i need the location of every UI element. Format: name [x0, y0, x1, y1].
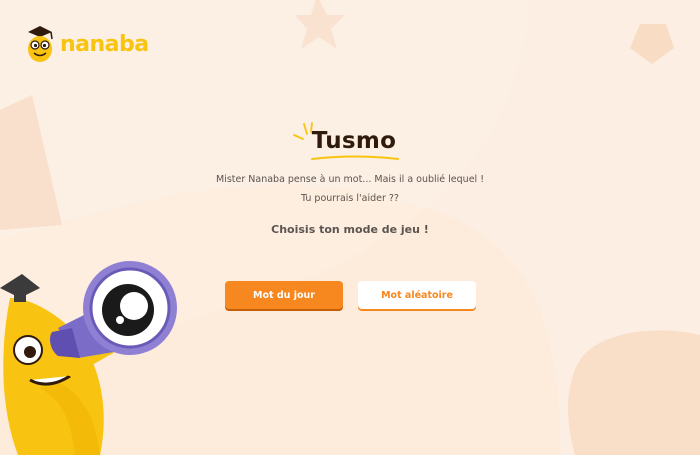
intro-line-1: Mister Nanaba pense à un mot... Mais il … — [215, 174, 485, 185]
intro-line-2: Tu pourrais l'aider ?? — [301, 193, 399, 204]
intro-text: Mister Nanaba pense à un mot... Mais il … — [0, 170, 700, 208]
mascot-telescope-illustration — [0, 261, 177, 455]
title-block: Tusmo — [292, 122, 399, 160]
mode-prompt: Choisis ton mode de jeu ! — [271, 223, 429, 236]
banana-mascot-icon — [28, 26, 53, 62]
logo-text: nanaba — [60, 31, 149, 57]
page-title: Tusmo — [311, 128, 397, 154]
nanaba-logo[interactable]: nanaba — [22, 24, 149, 64]
game-intro: Tusmo Mister Nanaba pense à un mot... Ma… — [0, 122, 700, 236]
daily-word-button[interactable]: Mot du jour — [225, 281, 343, 309]
sparkle-icon — [292, 122, 313, 140]
random-word-button[interactable]: Mot aléatoire — [358, 281, 476, 309]
title-underline — [310, 155, 399, 160]
